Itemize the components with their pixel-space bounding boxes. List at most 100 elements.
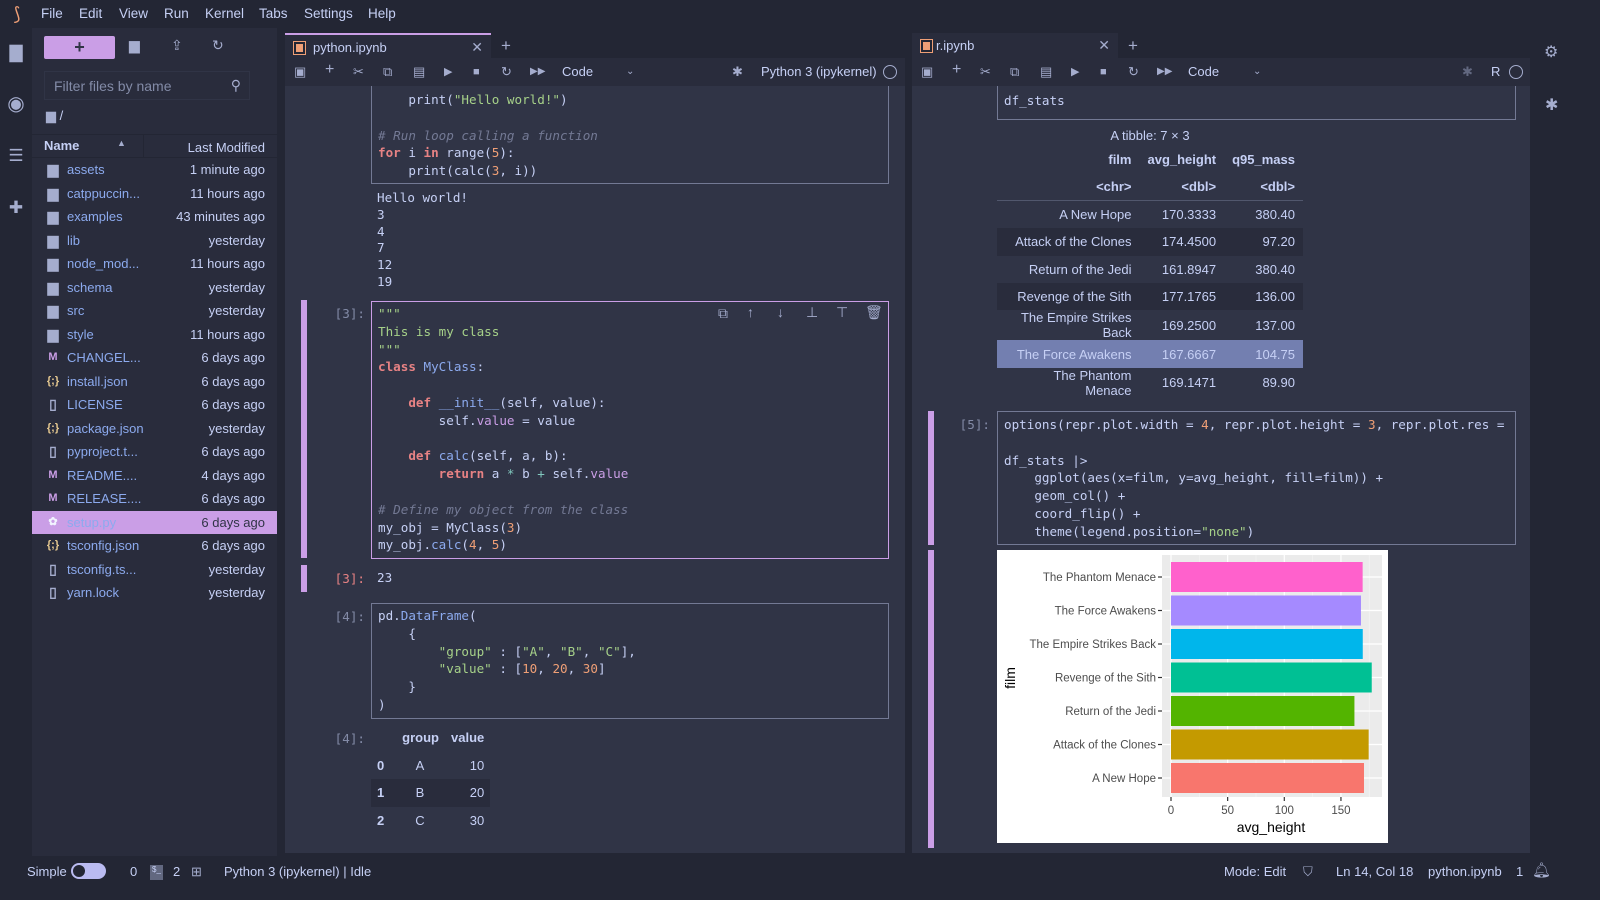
table-of-contents-icon[interactable]: ☰: [6, 146, 26, 166]
new-folder-icon[interactable]: ▆: [129, 37, 140, 54]
file-modified: 6 days ago: [201, 350, 265, 365]
extensions-puzzle-icon[interactable]: ✚: [6, 198, 26, 218]
file-item[interactable]: ▯ tsconfig.ts... yesterday: [32, 558, 277, 582]
file-item[interactable]: ▆ lib yesterday: [32, 229, 277, 253]
cell-type-select[interactable]: Code: [562, 63, 593, 81]
save-icon[interactable]: ▣: [294, 63, 306, 81]
code-cell-input[interactable]: """ This is my class """ class MyClass: def…: [371, 301, 889, 559]
tab-r-notebook[interactable]: r.ipynb ✕: [912, 33, 1118, 58]
kernel-status[interactable]: Python 3 (ipykernel) | Idle: [224, 864, 371, 879]
move-down-icon[interactable]: ↓: [777, 304, 784, 320]
insert-below-icon[interactable]: ⊤: [836, 304, 848, 321]
duplicate-cell-icon[interactable]: ⧉: [718, 305, 728, 322]
kernel-count[interactable]: 2: [173, 864, 180, 879]
cut-icon[interactable]: ✂: [980, 63, 991, 81]
menu-edit[interactable]: Edit: [79, 6, 102, 21]
cell-type-select[interactable]: Code: [1188, 63, 1219, 81]
file-item[interactable]: ▆ src yesterday: [32, 299, 277, 323]
file-item[interactable]: M RELEASE.... 6 days ago: [32, 487, 277, 511]
file-item[interactable]: M CHANGEL... 6 days ago: [32, 346, 277, 370]
close-tab-icon[interactable]: ✕: [1098, 33, 1110, 58]
menu-file[interactable]: File: [41, 6, 63, 21]
new-tab-button[interactable]: +: [501, 33, 511, 58]
run-icon[interactable]: ▶: [1071, 63, 1079, 81]
move-up-icon[interactable]: ↑: [747, 304, 754, 320]
code-cell-input[interactable]: df_stats: [997, 86, 1516, 120]
notification-bell-icon[interactable]: 🔔︎: [1532, 861, 1551, 879]
cell-collapser[interactable]: [928, 411, 934, 545]
stop-icon[interactable]: ■: [473, 63, 480, 81]
output-line: Hello world!: [377, 190, 468, 205]
file-item[interactable]: M README.... 4 days ago: [32, 464, 277, 488]
tab-python-notebook[interactable]: python.ipynb ✕: [285, 33, 491, 58]
menu-help[interactable]: Help: [368, 6, 396, 21]
menu-run[interactable]: Run: [164, 6, 189, 21]
paste-icon[interactable]: ▤: [413, 63, 425, 81]
file-item[interactable]: ▆ node_mod... 11 hours ago: [32, 252, 277, 276]
file-item[interactable]: ▯ yarn.lock yesterday: [32, 581, 277, 605]
menu-settings[interactable]: Settings: [304, 6, 353, 21]
file-item[interactable]: ✿ setup.py 6 days ago: [32, 510, 277, 534]
menu-kernel[interactable]: Kernel: [205, 6, 244, 21]
file-item[interactable]: ▆ catppuccin... 11 hours ago: [32, 182, 277, 206]
copy-icon[interactable]: ⧉: [383, 63, 392, 81]
restart-icon[interactable]: ↻: [501, 63, 512, 81]
code-cell-input[interactable]: pd.DataFrame( { "group" : ["A", "B", "C"…: [371, 603, 889, 719]
new-launcher-button[interactable]: +: [44, 36, 115, 59]
upload-icon[interactable]: ⇪: [171, 37, 183, 54]
restart-run-all-icon[interactable]: ▶▶: [1157, 63, 1172, 81]
file-item[interactable]: {;} install.json 6 days ago: [32, 370, 277, 394]
kernel-name[interactable]: Python 3 (ipykernel): [761, 63, 877, 81]
breadcrumb-root[interactable]: /: [60, 108, 64, 123]
restart-icon[interactable]: ↻: [1128, 63, 1139, 81]
file-item[interactable]: ▯ LICENSE 6 days ago: [32, 393, 277, 417]
code-cell-input[interactable]: print("Hello world!") # Run loop calling…: [371, 86, 889, 184]
output-collapser[interactable]: [928, 550, 934, 848]
filter-files-input[interactable]: Filter files by name ⚲: [44, 71, 250, 100]
simple-mode-toggle[interactable]: [71, 863, 106, 879]
stop-icon[interactable]: ■: [1100, 63, 1107, 81]
active-cell-indicator[interactable]: [301, 300, 307, 558]
file-item[interactable]: {;} tsconfig.json 6 days ago: [32, 534, 277, 558]
menu-view[interactable]: View: [119, 6, 148, 21]
column-type: <chr>: [1096, 179, 1132, 195]
save-icon[interactable]: ▣: [921, 63, 933, 81]
notebook-toolbar: ▣ + ✂ ⧉ ▤ ▶ ■ ↻ ▶▶ Code ⌄ ✱ R: [912, 58, 1530, 86]
breadcrumb[interactable]: ▆ /: [46, 108, 63, 124]
chevron-down-icon[interactable]: ⌄: [1253, 63, 1261, 81]
output-collapser[interactable]: [301, 565, 307, 592]
debugger-icon[interactable]: ✱: [732, 63, 743, 81]
copy-icon[interactable]: ⧉: [1010, 63, 1019, 81]
code-cell-input[interactable]: options(repr.plot.width = 4, repr.plot.h…: [997, 411, 1516, 545]
paste-icon[interactable]: ▤: [1040, 63, 1052, 81]
new-tab-button[interactable]: +: [1128, 33, 1138, 58]
restart-run-all-icon[interactable]: ▶▶: [530, 63, 545, 81]
kernel-name[interactable]: R: [1491, 63, 1500, 81]
insert-cell-icon[interactable]: +: [952, 61, 961, 79]
insert-cell-icon[interactable]: +: [325, 61, 334, 79]
debugger-icon[interactable]: ✱: [1462, 63, 1473, 81]
file-item[interactable]: ▆ style 11 hours ago: [32, 323, 277, 347]
close-tab-icon[interactable]: ✕: [471, 35, 483, 60]
file-item[interactable]: {;} package.json yesterday: [32, 417, 277, 441]
file-item[interactable]: ▆ schema yesterday: [32, 276, 277, 300]
cut-icon[interactable]: ✂: [353, 63, 364, 81]
refresh-icon[interactable]: ↻: [212, 37, 224, 54]
property-inspector-gears-icon[interactable]: ⚙: [1544, 42, 1558, 62]
cursor-position[interactable]: Ln 14, Col 18: [1336, 864, 1413, 879]
debugger-bug-icon[interactable]: ✱: [1545, 95, 1558, 115]
run-icon[interactable]: ▶: [444, 63, 452, 81]
delete-cell-icon[interactable]: 🗑: [865, 304, 883, 321]
name-column-header[interactable]: Name: [44, 138, 79, 153]
running-kernels-icon[interactable]: ◉: [6, 94, 26, 114]
folder-icon[interactable]: ▇: [6, 43, 26, 63]
modified-column-header[interactable]: Last Modified: [188, 140, 265, 155]
chevron-down-icon[interactable]: ⌄: [626, 63, 634, 81]
file-item[interactable]: ▆ assets 1 minute ago: [32, 158, 277, 182]
insert-above-icon[interactable]: ⊥: [806, 304, 818, 321]
notification-count[interactable]: 1: [1516, 864, 1523, 879]
terminal-count[interactable]: 0: [130, 864, 137, 879]
menu-tabs[interactable]: Tabs: [259, 6, 288, 21]
file-item[interactable]: ▆ examples 43 minutes ago: [32, 205, 277, 229]
file-item[interactable]: ▯ pyproject.t... 6 days ago: [32, 440, 277, 464]
